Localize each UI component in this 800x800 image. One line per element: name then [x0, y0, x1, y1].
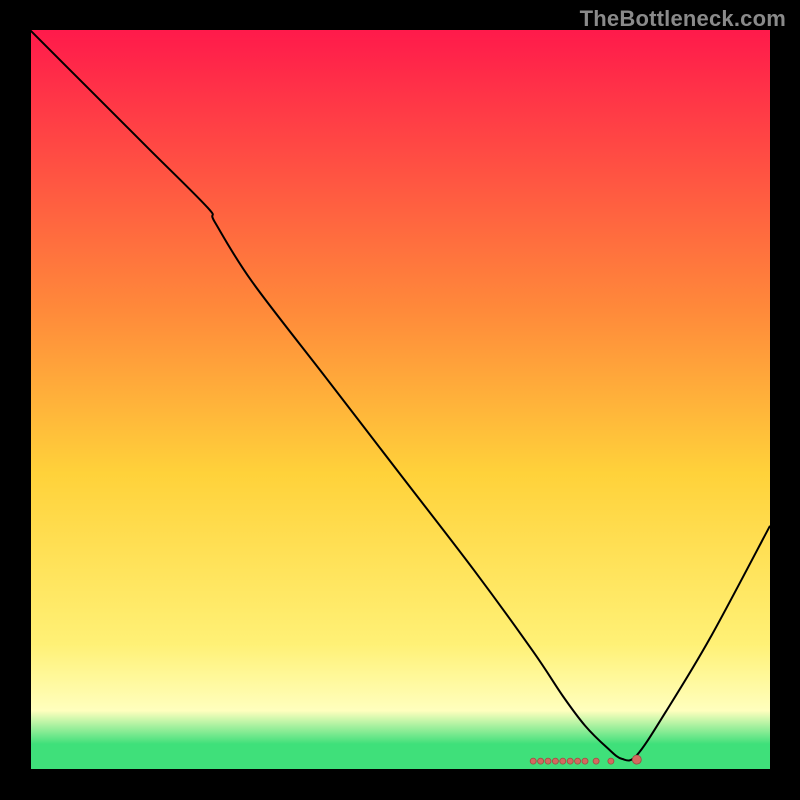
- marker-dot: [575, 758, 581, 764]
- plot-area: [30, 30, 770, 770]
- marker-dot: [632, 755, 641, 764]
- marker-dot: [567, 758, 573, 764]
- marker-dot: [608, 758, 614, 764]
- marker-dot: [530, 758, 536, 764]
- marker-dot: [545, 758, 551, 764]
- bottleneck-chart: [30, 30, 770, 770]
- marker-dot: [582, 758, 588, 764]
- marker-dot: [552, 758, 558, 764]
- marker-dot: [538, 758, 544, 764]
- marker-dot: [560, 758, 566, 764]
- chart-stage: TheBottleneck.com: [0, 0, 800, 800]
- marker-dot: [593, 758, 599, 764]
- watermark-text: TheBottleneck.com: [580, 6, 786, 32]
